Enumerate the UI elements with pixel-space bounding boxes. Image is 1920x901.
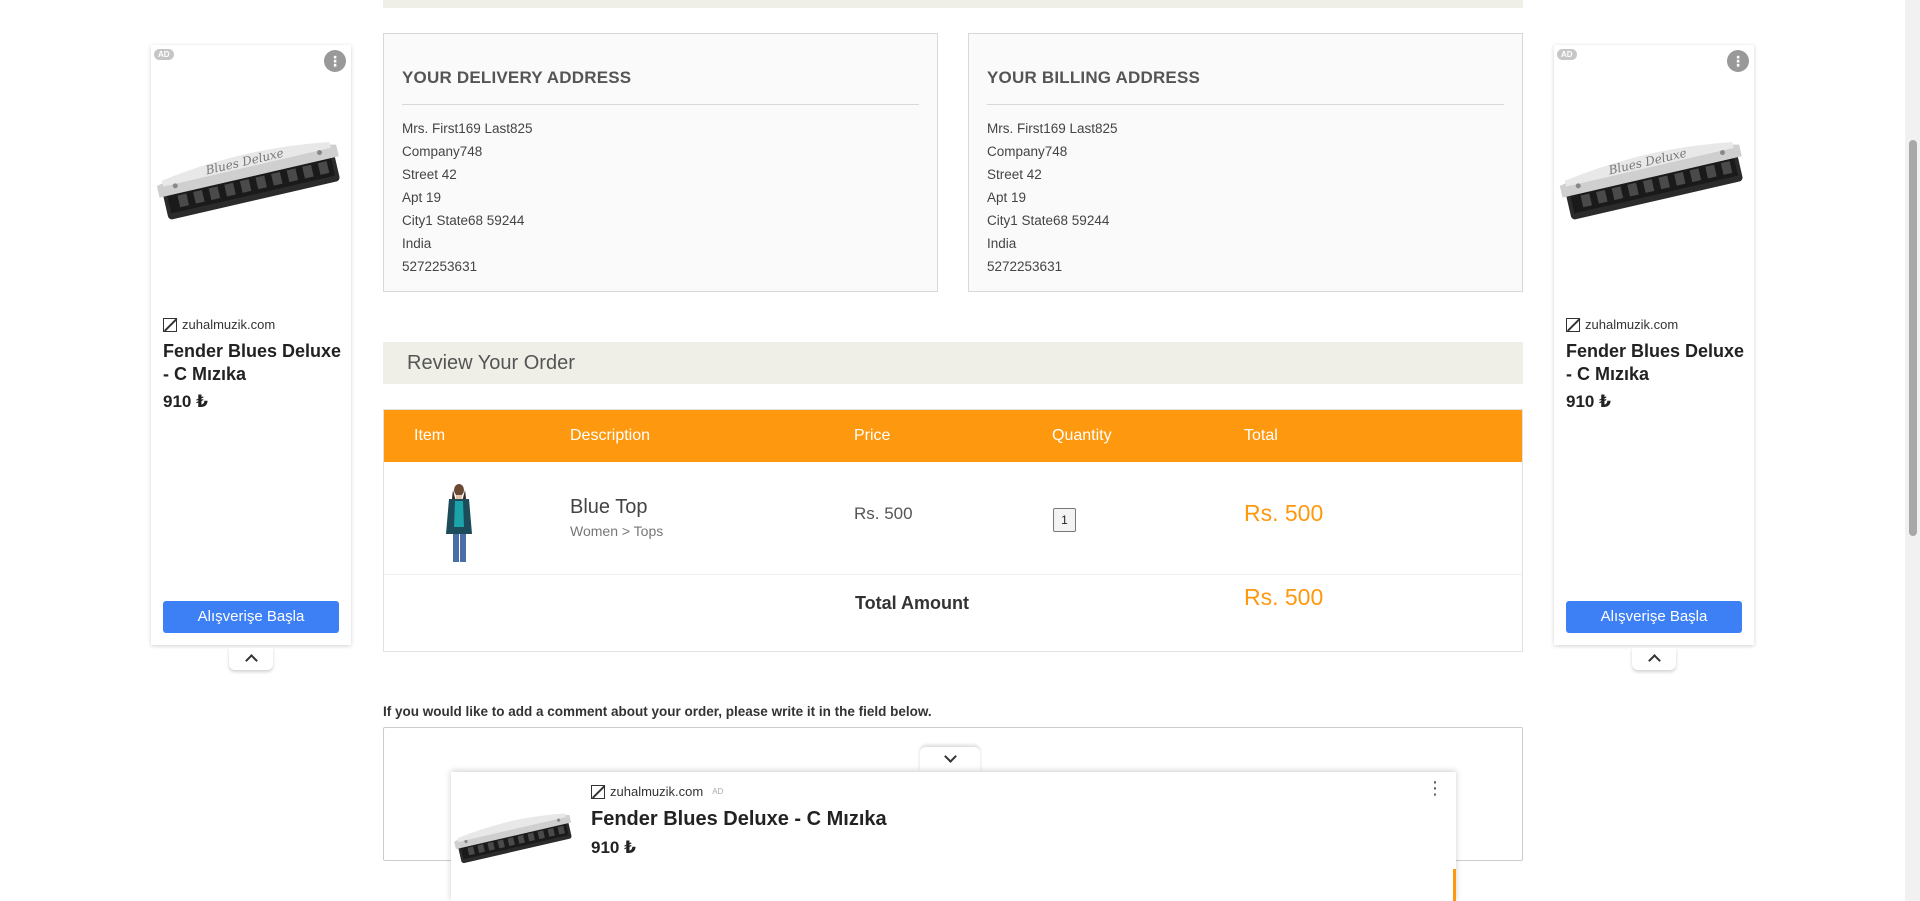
ad-price: 910 ₺ (591, 838, 636, 857)
harmonica-image[interactable] (453, 806, 575, 876)
billing-phone: 5272253631 (987, 259, 1063, 274)
billing-address-box: YOUR BILLING ADDRESS Mrs. First169 Last8… (968, 33, 1523, 292)
delivery-phone: 5272253631 (402, 259, 478, 274)
ad-menu-icon[interactable]: ⋮ (324, 50, 346, 72)
ad-badge: AD (154, 49, 174, 60)
chevron-down-icon (943, 750, 957, 763)
ad-title[interactable]: Fender Blues Deluxe - C Mızıka (591, 808, 887, 831)
order-table-header: Item Description Price Quantity Total (384, 410, 1522, 462)
accent-bar (1453, 869, 1456, 901)
billing-country: India (987, 236, 1017, 251)
ad-badge: AD (712, 787, 724, 796)
top-section-strip (383, 0, 1523, 8)
total-amount-label: Total Amount (855, 593, 969, 613)
delivery-address-lines: Mrs. First169 Last825 Company748 Street … (402, 117, 919, 278)
delivery-name: Mrs. First169 Last825 (402, 121, 533, 136)
billing-apt: Apt 19 (987, 190, 1027, 205)
ad-price: 910 ₺ (1566, 392, 1611, 411)
brand-logo-icon (1566, 317, 1580, 332)
delivery-country: India (402, 236, 432, 251)
column-description: Description (570, 427, 651, 444)
billing-company: Company748 (987, 144, 1068, 159)
ad-title[interactable]: Fender Blues Deluxe - C Mızıka (1566, 340, 1746, 386)
billing-address-lines: Mrs. First169 Last825 Company748 Street … (987, 117, 1504, 278)
order-table: Item Description Price Quantity Total Bl… (383, 409, 1523, 652)
billing-city: City1 State68 59244 (987, 213, 1110, 228)
delivery-apt: Apt 19 (402, 190, 442, 205)
collapse-anchor-ad-button[interactable] (920, 747, 980, 772)
product-name[interactable]: Blue Top (570, 496, 647, 519)
ad-domain-text: zuhalmuzik.com (182, 317, 276, 332)
delivery-city: City1 State68 59244 (402, 213, 525, 228)
ad-domain[interactable]: zuhalmuzik.com (1566, 317, 1678, 332)
ad-menu-icon[interactable]: ⋮ (1727, 50, 1749, 72)
brand-logo-icon (163, 317, 177, 332)
comment-label: If you would like to add a comment about… (383, 704, 932, 719)
quantity-box: 1 (1053, 508, 1076, 532)
column-total: Total (1244, 427, 1278, 444)
ad-price: 910 ₺ (163, 392, 208, 411)
billing-name: Mrs. First169 Last825 (987, 121, 1118, 136)
ad-title[interactable]: Fender Blues Deluxe - C Mızıka (163, 340, 343, 386)
side-ad-left[interactable]: AD ⋮ Blues Deluxe zuhalmuzik.com Fender … (151, 45, 351, 645)
ad-cta-button[interactable]: Alışverişe Başla (163, 601, 339, 633)
ad-cta-button[interactable]: Alışverişe Başla (1566, 601, 1742, 633)
billing-address-title: YOUR BILLING ADDRESS (987, 68, 1504, 105)
total-amount-value: Rs. 500 (1244, 584, 1324, 610)
ad-domain[interactable]: zuhalmuzik.com (163, 317, 275, 332)
product-category: Women > Tops (570, 523, 664, 539)
harmonica-image[interactable]: Blues Deluxe (1558, 135, 1748, 235)
ad-domain[interactable]: zuhalmuzik.com AD (591, 784, 723, 799)
product-total: Rs. 500 (1244, 500, 1324, 526)
delivery-street: Street 42 (402, 167, 457, 182)
ad-menu-icon[interactable]: ⋮ (1426, 779, 1444, 797)
ad-domain-text: zuhalmuzik.com (610, 784, 704, 799)
product-image[interactable] (439, 482, 479, 564)
scrollbar-thumb[interactable] (1909, 140, 1917, 536)
delivery-address-box: YOUR DELIVERY ADDRESS Mrs. First169 Last… (383, 33, 938, 292)
column-price: Price (854, 427, 891, 444)
collapse-ad-right-button[interactable] (1632, 648, 1676, 670)
ad-domain-text: zuhalmuzik.com (1585, 317, 1679, 332)
harmonica-image[interactable]: Blues Deluxe (155, 135, 345, 235)
product-price: Rs. 500 (854, 504, 913, 523)
chevron-up-icon (244, 654, 258, 667)
anchor-ad[interactable]: zuhalmuzik.com AD Fender Blues Deluxe - … (451, 772, 1456, 901)
column-quantity: Quantity (1052, 427, 1112, 444)
delivery-company: Company748 (402, 144, 483, 159)
side-ad-right[interactable]: AD ⋮ Blues Deluxe zuhalmuzik.com Fender … (1554, 45, 1754, 645)
delivery-address-title: YOUR DELIVERY ADDRESS (402, 68, 919, 105)
chevron-up-icon (1647, 654, 1661, 667)
ad-badge: AD (1557, 49, 1577, 60)
table-row: Blue Top Women > Tops Rs. 500 1 Rs. 500 (384, 462, 1522, 575)
brand-logo-icon (591, 784, 605, 799)
column-item: Item (414, 427, 446, 444)
review-order-heading: Review Your Order (383, 342, 1523, 384)
page-scrollbar[interactable] (1905, 0, 1920, 901)
collapse-ad-left-button[interactable] (229, 648, 273, 670)
billing-street: Street 42 (987, 167, 1042, 182)
